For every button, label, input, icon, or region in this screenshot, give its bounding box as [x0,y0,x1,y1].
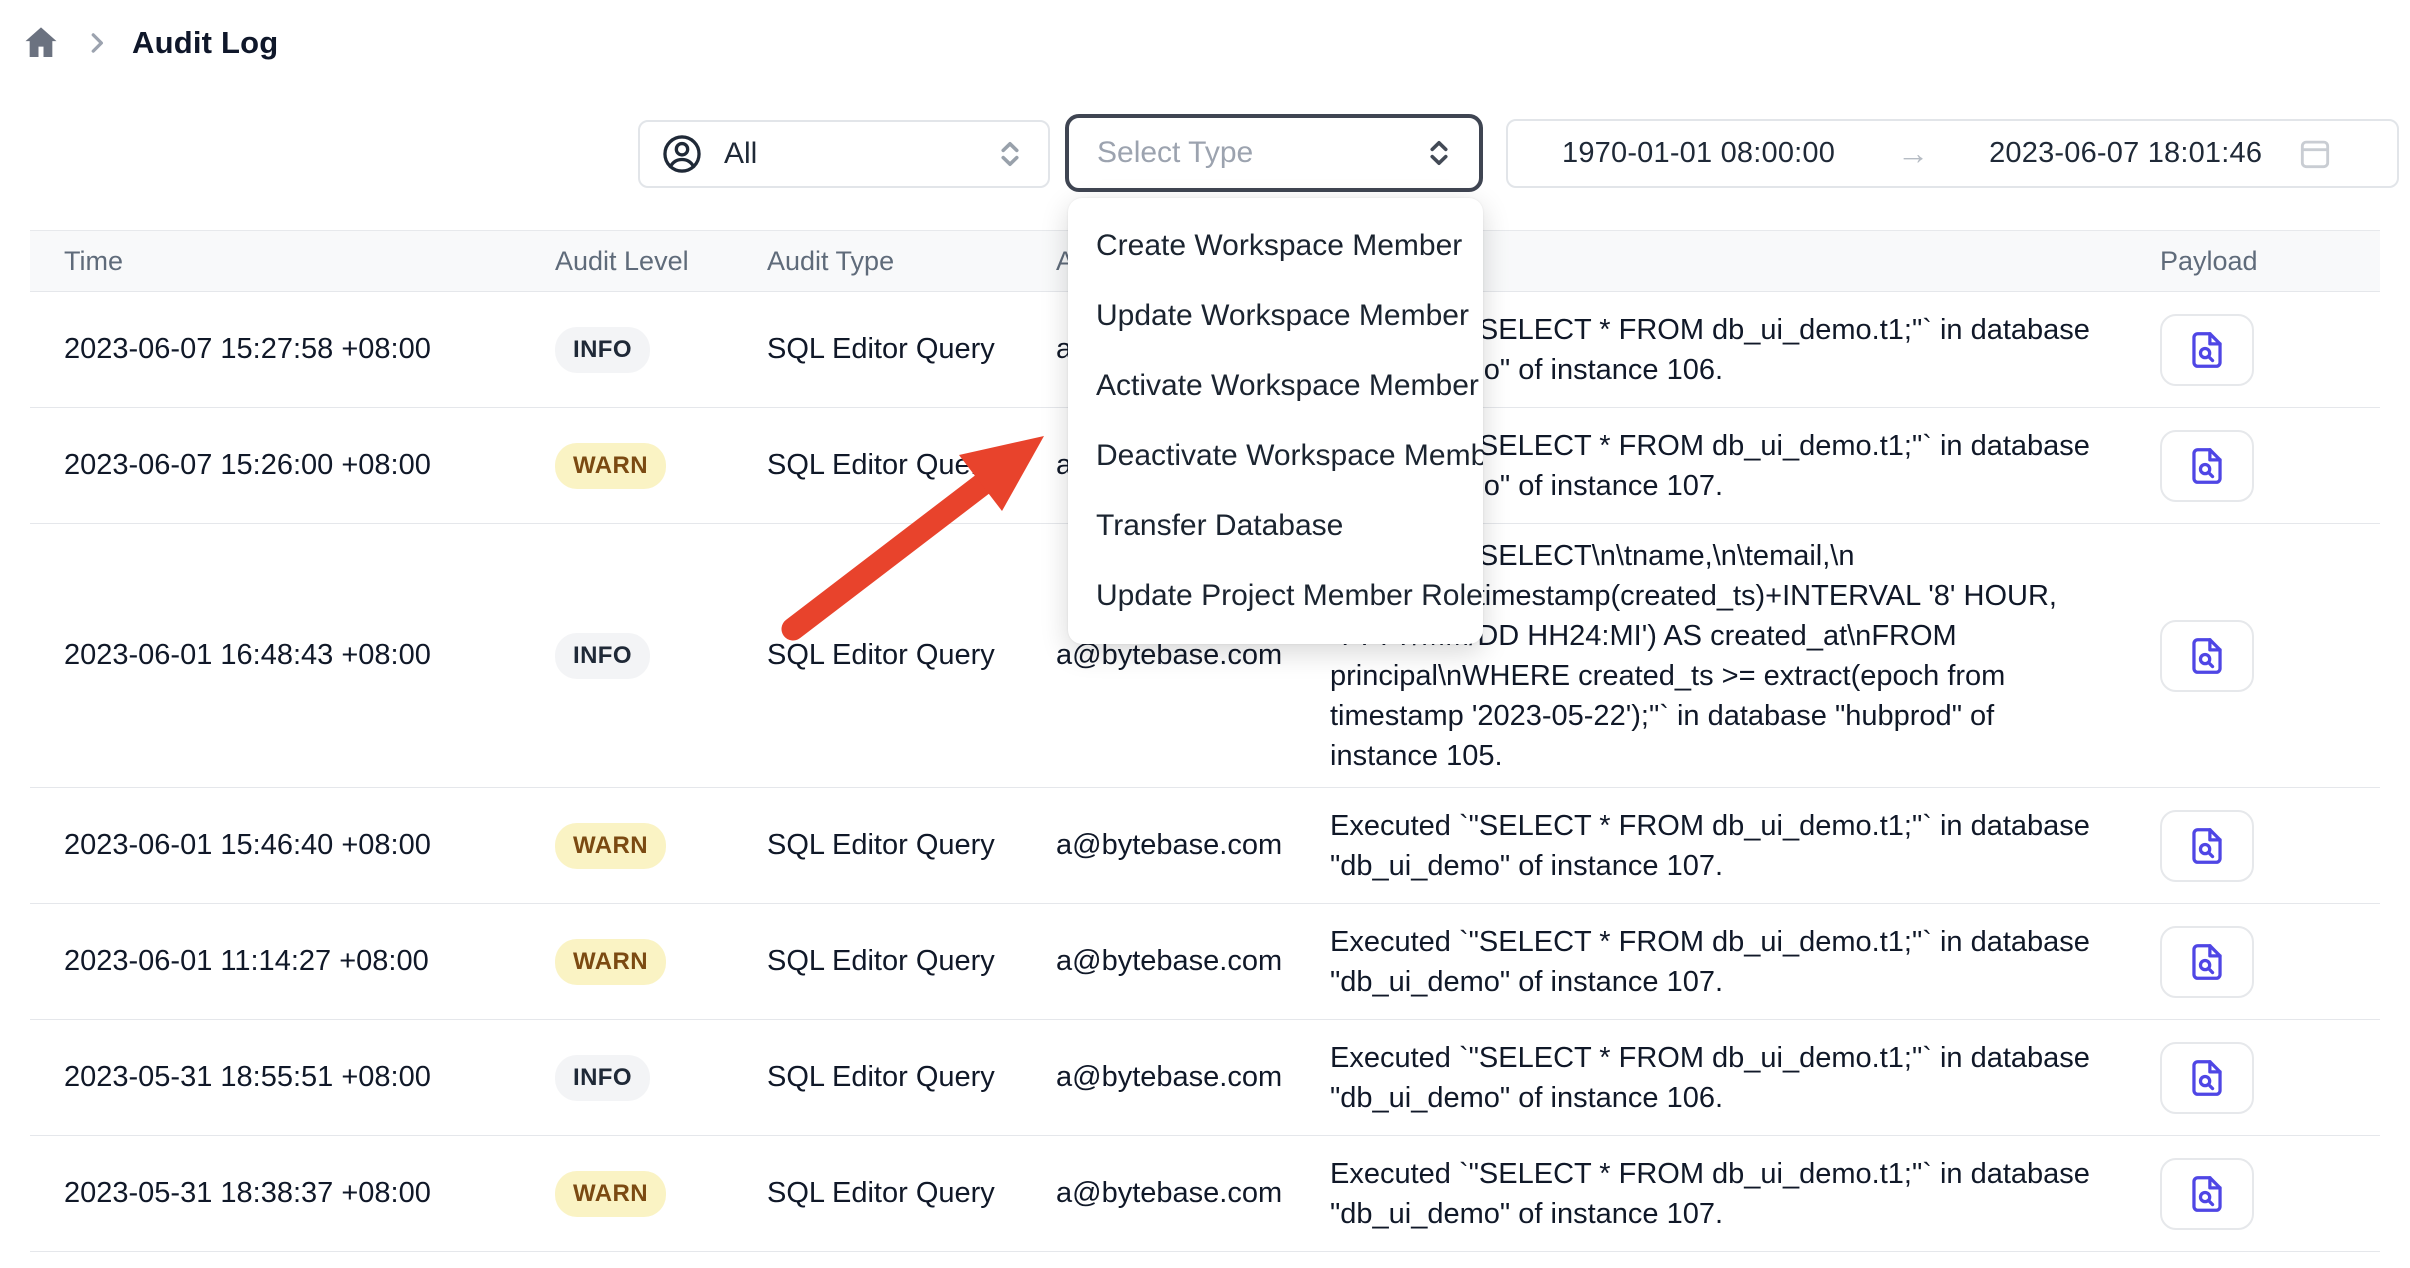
date-range-start[interactable]: 1970-01-01 08:00:00 [1562,137,1835,170]
user-circle-icon [660,132,704,176]
view-payload-button[interactable] [2160,1158,2254,1230]
type-filter-placeholder: Select Type [1097,136,1253,170]
file-search-icon [2184,1055,2230,1101]
file-search-icon [2184,939,2230,985]
menu-item-activate-workspace-member[interactable]: Activate Workspace Member [1068,351,1483,421]
file-search-icon [2184,633,2230,679]
col-header-audit-level: Audit Level [545,246,760,277]
cell-time: 2023-05-31 18:38:37 +08:00 [30,1177,545,1210]
status-badge: INFO [555,1055,650,1101]
home-icon[interactable] [20,22,62,64]
file-search-icon [2184,443,2230,489]
table-row: 2023-06-01 11:14:27 +08:00 WARN SQL Edit… [30,904,2380,1020]
cell-time: 2023-05-31 18:55:51 +08:00 [30,1061,545,1094]
table-row: 2023-05-31 18:38:37 +08:00 WARN SQL Edit… [30,1136,2380,1252]
menu-item-transfer-database[interactable]: Transfer Database [1068,491,1483,561]
status-badge: WARN [555,823,666,869]
cell-audit-type: SQL Editor Query [760,829,1050,862]
cell-comment: Executed `"SELECT * FROM db_ui_demo.t1;"… [1330,922,2125,1002]
cell-comment: Executed `"SELECT * FROM db_ui_demo.t1;"… [1330,1154,2125,1234]
status-badge: WARN [555,939,666,985]
actor-filter-value: All [724,137,757,171]
cell-payload [2125,1042,2380,1114]
menu-item-update-project-member-role[interactable]: Update Project Member Role [1068,561,1483,631]
table-row: 2023-05-31 18:55:51 +08:00 INFO SQL Edit… [30,1020,2380,1136]
cell-payload [2125,314,2380,386]
view-payload-button[interactable] [2160,926,2254,998]
cell-audit-type: SQL Editor Query [760,1061,1050,1094]
breadcrumb: Audit Log [20,22,278,64]
view-payload-button[interactable] [2160,1042,2254,1114]
status-badge: WARN [555,1171,666,1217]
cell-payload [2125,430,2380,502]
cell-audit-level: INFO [545,633,760,679]
cell-audit-type: SQL Editor Query [760,639,1050,672]
cell-actor: a@bytebase.com [1050,945,1330,978]
cell-audit-type: SQL Editor Query [760,1177,1050,1210]
cell-payload [2125,620,2380,692]
actor-filter-select[interactable]: All [638,120,1050,188]
col-header-payload: Payload [2125,246,2380,277]
cell-audit-type: SQL Editor Query [760,945,1050,978]
view-payload-button[interactable] [2160,620,2254,692]
chevron-right-icon [82,28,112,58]
cell-time: 2023-06-07 15:27:58 +08:00 [30,333,545,366]
cell-payload [2125,810,2380,882]
file-search-icon [2184,823,2230,869]
cell-audit-type: SQL Editor Query [760,333,1050,366]
chevron-updown-icon [1421,135,1457,171]
cell-comment: Executed `"SELECT * FROM db_ui_demo.t1;"… [1330,806,2125,886]
cell-audit-level: WARN [545,443,760,489]
view-payload-button[interactable] [2160,314,2254,386]
status-badge: INFO [555,327,650,373]
table-row: 2023-06-01 15:46:40 +08:00 WARN SQL Edit… [30,788,2380,904]
cell-audit-level: WARN [545,939,760,985]
date-range-picker[interactable]: 1970-01-01 08:00:00 → 2023-06-07 18:01:4… [1506,119,2399,188]
col-header-audit-type: Audit Type [760,246,1050,277]
cell-time: 2023-06-07 15:26:00 +08:00 [30,449,545,482]
page-title: Audit Log [132,25,278,61]
cell-payload [2125,926,2380,998]
cell-actor: a@bytebase.com [1050,1177,1330,1210]
view-payload-button[interactable] [2160,430,2254,502]
file-search-icon [2184,327,2230,373]
type-filter-select[interactable]: Select Type [1065,114,1483,192]
type-dropdown-menu: Create Workspace Member Update Workspace… [1068,198,1483,644]
cell-audit-level: INFO [545,327,760,373]
status-badge: WARN [555,443,666,489]
view-payload-button[interactable] [2160,810,2254,882]
cell-actor: a@bytebase.com [1050,829,1330,862]
cell-time: 2023-06-01 11:14:27 +08:00 [30,945,545,978]
cell-actor: a@bytebase.com [1050,1061,1330,1094]
cell-audit-level: INFO [545,1055,760,1101]
audit-log-page: Audit Log All Select Type 1970-01-01 08:… [0,0,2410,1268]
cell-time: 2023-06-01 16:48:43 +08:00 [30,639,545,672]
date-range-end[interactable]: 2023-06-07 18:01:46 [1989,137,2262,170]
chevron-updown-icon [992,136,1028,172]
calendar-icon[interactable] [2296,135,2334,173]
status-badge: INFO [555,633,650,679]
menu-item-create-workspace-member[interactable]: Create Workspace Member [1068,211,1483,281]
cell-payload [2125,1158,2380,1230]
cell-comment: Executed `"SELECT * FROM db_ui_demo.t1;"… [1330,1038,2125,1118]
menu-item-update-workspace-member[interactable]: Update Workspace Member [1068,281,1483,351]
col-header-time: Time [30,246,545,277]
cell-audit-level: WARN [545,1171,760,1217]
cell-audit-level: WARN [545,823,760,869]
cell-time: 2023-06-01 15:46:40 +08:00 [30,829,545,862]
cell-audit-type: SQL Editor Query [760,449,1050,482]
file-search-icon [2184,1171,2230,1217]
menu-item-deactivate-workspace-member[interactable]: Deactivate Workspace Member [1068,421,1483,491]
date-range-arrow-icon: → [1897,135,1929,172]
